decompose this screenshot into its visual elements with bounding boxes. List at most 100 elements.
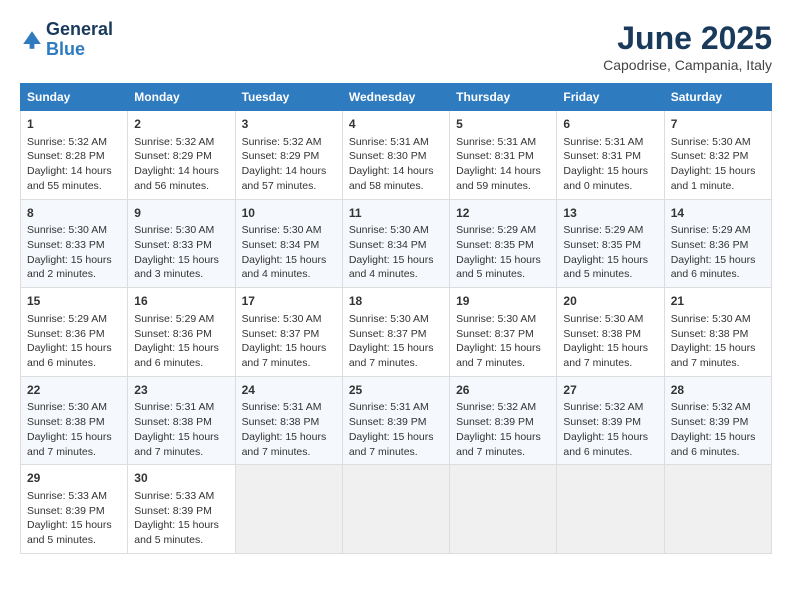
logo-icon	[20, 28, 44, 52]
subtitle: Capodrise, Campania, Italy	[603, 57, 772, 73]
calendar-cell: 13 Sunrise: 5:29 AMSunset: 8:35 PMDaylig…	[557, 199, 664, 288]
calendar-header-row: Sunday Monday Tuesday Wednesday Thursday…	[21, 84, 772, 111]
cell-info: Sunrise: 5:30 AMSunset: 8:33 PMDaylight:…	[27, 224, 112, 280]
calendar-row: 8 Sunrise: 5:30 AMSunset: 8:33 PMDayligh…	[21, 199, 772, 288]
calendar-cell: 19 Sunrise: 5:30 AMSunset: 8:37 PMDaylig…	[450, 288, 557, 377]
day-number: 26	[456, 382, 550, 399]
col-tuesday: Tuesday	[235, 84, 342, 111]
calendar-cell: 28 Sunrise: 5:32 AMSunset: 8:39 PMDaylig…	[664, 376, 771, 465]
day-number: 29	[27, 470, 121, 487]
day-number: 11	[349, 205, 443, 222]
calendar-cell: 5 Sunrise: 5:31 AMSunset: 8:31 PMDayligh…	[450, 111, 557, 200]
calendar-cell: 17 Sunrise: 5:30 AMSunset: 8:37 PMDaylig…	[235, 288, 342, 377]
calendar-cell: 29 Sunrise: 5:33 AMSunset: 8:39 PMDaylig…	[21, 465, 128, 554]
calendar-cell: 12 Sunrise: 5:29 AMSunset: 8:35 PMDaylig…	[450, 199, 557, 288]
cell-info: Sunrise: 5:30 AMSunset: 8:38 PMDaylight:…	[563, 313, 648, 369]
calendar-cell: 30 Sunrise: 5:33 AMSunset: 8:39 PMDaylig…	[128, 465, 235, 554]
calendar-cell: 4 Sunrise: 5:31 AMSunset: 8:30 PMDayligh…	[342, 111, 449, 200]
day-number: 13	[563, 205, 657, 222]
calendar-cell: 10 Sunrise: 5:30 AMSunset: 8:34 PMDaylig…	[235, 199, 342, 288]
col-wednesday: Wednesday	[342, 84, 449, 111]
month-title: June 2025	[603, 20, 772, 57]
cell-info: Sunrise: 5:32 AMSunset: 8:39 PMDaylight:…	[456, 401, 541, 457]
cell-info: Sunrise: 5:32 AMSunset: 8:28 PMDaylight:…	[27, 136, 112, 192]
calendar-cell: 7 Sunrise: 5:30 AMSunset: 8:32 PMDayligh…	[664, 111, 771, 200]
calendar-cell	[235, 465, 342, 554]
cell-info: Sunrise: 5:30 AMSunset: 8:33 PMDaylight:…	[134, 224, 219, 280]
cell-info: Sunrise: 5:29 AMSunset: 8:35 PMDaylight:…	[456, 224, 541, 280]
calendar-cell: 16 Sunrise: 5:29 AMSunset: 8:36 PMDaylig…	[128, 288, 235, 377]
calendar-cell: 8 Sunrise: 5:30 AMSunset: 8:33 PMDayligh…	[21, 199, 128, 288]
cell-info: Sunrise: 5:29 AMSunset: 8:35 PMDaylight:…	[563, 224, 648, 280]
day-number: 23	[134, 382, 228, 399]
cell-info: Sunrise: 5:30 AMSunset: 8:38 PMDaylight:…	[27, 401, 112, 457]
day-number: 9	[134, 205, 228, 222]
calendar-cell: 26 Sunrise: 5:32 AMSunset: 8:39 PMDaylig…	[450, 376, 557, 465]
calendar-row: 15 Sunrise: 5:29 AMSunset: 8:36 PMDaylig…	[21, 288, 772, 377]
cell-info: Sunrise: 5:29 AMSunset: 8:36 PMDaylight:…	[134, 313, 219, 369]
cell-info: Sunrise: 5:29 AMSunset: 8:36 PMDaylight:…	[671, 224, 756, 280]
day-number: 8	[27, 205, 121, 222]
calendar-cell: 21 Sunrise: 5:30 AMSunset: 8:38 PMDaylig…	[664, 288, 771, 377]
calendar-cell: 11 Sunrise: 5:30 AMSunset: 8:34 PMDaylig…	[342, 199, 449, 288]
calendar-cell: 24 Sunrise: 5:31 AMSunset: 8:38 PMDaylig…	[235, 376, 342, 465]
cell-info: Sunrise: 5:32 AMSunset: 8:29 PMDaylight:…	[242, 136, 327, 192]
calendar-cell	[557, 465, 664, 554]
logo: General Blue	[20, 20, 113, 60]
col-friday: Friday	[557, 84, 664, 111]
calendar-cell: 23 Sunrise: 5:31 AMSunset: 8:38 PMDaylig…	[128, 376, 235, 465]
calendar-cell: 22 Sunrise: 5:30 AMSunset: 8:38 PMDaylig…	[21, 376, 128, 465]
cell-info: Sunrise: 5:33 AMSunset: 8:39 PMDaylight:…	[134, 490, 219, 546]
day-number: 28	[671, 382, 765, 399]
calendar-cell: 2 Sunrise: 5:32 AMSunset: 8:29 PMDayligh…	[128, 111, 235, 200]
col-monday: Monday	[128, 84, 235, 111]
day-number: 7	[671, 116, 765, 133]
cell-info: Sunrise: 5:31 AMSunset: 8:31 PMDaylight:…	[456, 136, 541, 192]
calendar-cell	[342, 465, 449, 554]
day-number: 3	[242, 116, 336, 133]
day-number: 22	[27, 382, 121, 399]
day-number: 2	[134, 116, 228, 133]
day-number: 17	[242, 293, 336, 310]
day-number: 16	[134, 293, 228, 310]
day-number: 20	[563, 293, 657, 310]
cell-info: Sunrise: 5:30 AMSunset: 8:37 PMDaylight:…	[242, 313, 327, 369]
day-number: 12	[456, 205, 550, 222]
cell-info: Sunrise: 5:33 AMSunset: 8:39 PMDaylight:…	[27, 490, 112, 546]
cell-info: Sunrise: 5:30 AMSunset: 8:34 PMDaylight:…	[242, 224, 327, 280]
day-number: 4	[349, 116, 443, 133]
day-number: 10	[242, 205, 336, 222]
cell-info: Sunrise: 5:31 AMSunset: 8:39 PMDaylight:…	[349, 401, 434, 457]
cell-info: Sunrise: 5:30 AMSunset: 8:32 PMDaylight:…	[671, 136, 756, 192]
day-number: 25	[349, 382, 443, 399]
calendar-cell: 6 Sunrise: 5:31 AMSunset: 8:31 PMDayligh…	[557, 111, 664, 200]
calendar-cell: 27 Sunrise: 5:32 AMSunset: 8:39 PMDaylig…	[557, 376, 664, 465]
cell-info: Sunrise: 5:29 AMSunset: 8:36 PMDaylight:…	[27, 313, 112, 369]
calendar-cell: 14 Sunrise: 5:29 AMSunset: 8:36 PMDaylig…	[664, 199, 771, 288]
day-number: 19	[456, 293, 550, 310]
title-block: June 2025 Capodrise, Campania, Italy	[603, 20, 772, 73]
logo-text: General Blue	[46, 20, 113, 60]
day-number: 21	[671, 293, 765, 310]
cell-info: Sunrise: 5:32 AMSunset: 8:39 PMDaylight:…	[671, 401, 756, 457]
cell-info: Sunrise: 5:30 AMSunset: 8:34 PMDaylight:…	[349, 224, 434, 280]
calendar-cell: 15 Sunrise: 5:29 AMSunset: 8:36 PMDaylig…	[21, 288, 128, 377]
cell-info: Sunrise: 5:31 AMSunset: 8:38 PMDaylight:…	[242, 401, 327, 457]
calendar-cell	[450, 465, 557, 554]
day-number: 6	[563, 116, 657, 133]
col-thursday: Thursday	[450, 84, 557, 111]
calendar-table: Sunday Monday Tuesday Wednesday Thursday…	[20, 83, 772, 554]
calendar-cell	[664, 465, 771, 554]
cell-info: Sunrise: 5:32 AMSunset: 8:39 PMDaylight:…	[563, 401, 648, 457]
calendar-cell: 9 Sunrise: 5:30 AMSunset: 8:33 PMDayligh…	[128, 199, 235, 288]
calendar-row: 22 Sunrise: 5:30 AMSunset: 8:38 PMDaylig…	[21, 376, 772, 465]
page-header: General Blue June 2025 Capodrise, Campan…	[20, 20, 772, 73]
cell-info: Sunrise: 5:31 AMSunset: 8:38 PMDaylight:…	[134, 401, 219, 457]
calendar-cell: 18 Sunrise: 5:30 AMSunset: 8:37 PMDaylig…	[342, 288, 449, 377]
day-number: 1	[27, 116, 121, 133]
day-number: 14	[671, 205, 765, 222]
col-saturday: Saturday	[664, 84, 771, 111]
calendar-row: 1 Sunrise: 5:32 AMSunset: 8:28 PMDayligh…	[21, 111, 772, 200]
day-number: 30	[134, 470, 228, 487]
day-number: 24	[242, 382, 336, 399]
